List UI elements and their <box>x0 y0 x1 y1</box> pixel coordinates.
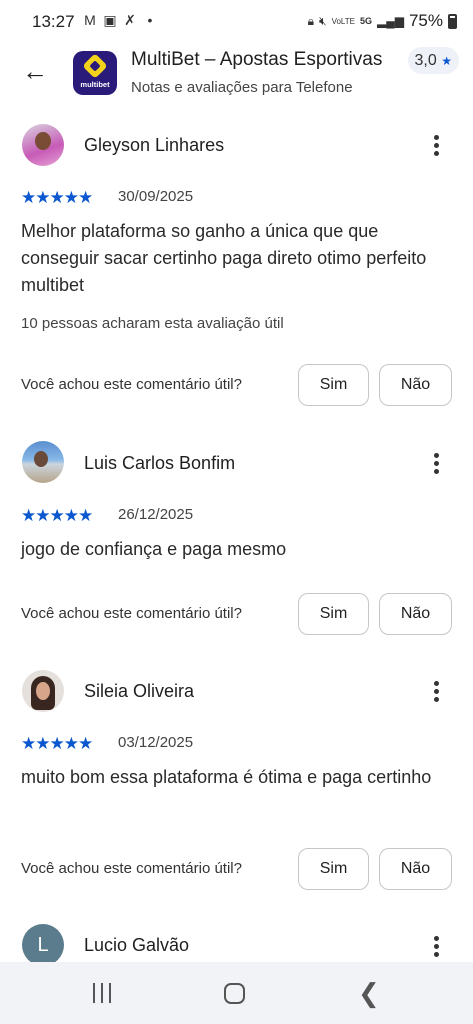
app-title: MultiBet – Apostas Esportivas <box>131 49 383 70</box>
avatar <box>22 670 64 712</box>
star-rating: ★★★★★ <box>21 506 93 525</box>
more-options-icon[interactable] <box>424 448 448 478</box>
gmail-icon: M <box>84 12 96 28</box>
helpful-yes-button[interactable]: Sim <box>298 364 369 406</box>
avatar: L <box>22 924 64 966</box>
notification-icons: M ▣ ✗ • <box>82 12 158 28</box>
star-rating: ★★★★★ <box>21 734 93 753</box>
back-icon[interactable]: ❮ <box>358 980 380 1006</box>
home-icon[interactable] <box>224 983 245 1004</box>
helpful-question: Você achou este comentário útil? <box>21 376 242 393</box>
more-options-icon[interactable] <box>424 931 448 961</box>
recents-icon[interactable] <box>91 983 113 1003</box>
avatar <box>22 441 64 483</box>
system-icons: 🔒︎ 🔇︎ VoLTE 5G ▂▄▆ 75% <box>308 11 457 31</box>
volte-icon: VoLTE <box>331 16 355 26</box>
app-icon-brand: multibet <box>80 80 110 89</box>
helpful-no-button[interactable]: Não <box>379 848 452 890</box>
multibet-logo-mark <box>82 53 108 79</box>
mute-icon: 🔇︎ <box>319 13 327 28</box>
review-text: jogo de confiança e paga mesmo <box>21 539 287 559</box>
5g-icon: 5G <box>359 16 372 26</box>
helpful-question: Você achou este comentário útil? <box>21 605 242 622</box>
page-subtitle: Notas e avaliações para Telefone <box>131 79 353 96</box>
review-date: 30/09/2025 <box>118 188 194 205</box>
app-icon: multibet <box>73 51 117 95</box>
signal-icon: ▂▄▆ <box>377 14 404 28</box>
gallery-icon: ▣ <box>103 12 117 28</box>
review-text: Melhor plataforma so ganho a única que q… <box>21 221 427 295</box>
dot-icon: • <box>147 12 153 28</box>
review-date: 03/12/2025 <box>118 734 194 751</box>
star-icon: ★ <box>441 54 452 68</box>
helpful-yes-button[interactable]: Sim <box>298 848 369 890</box>
helpful-no-button[interactable]: Não <box>379 593 452 635</box>
system-nav-bar: ❮ <box>0 962 473 1024</box>
battery-icon <box>448 13 457 29</box>
review-text: muito bom essa plataforma é ótima e paga… <box>21 767 432 787</box>
reviewer-name: Luis Carlos Bonfim <box>84 453 236 473</box>
missed-call-icon: ✗ <box>124 12 136 28</box>
more-options-icon[interactable] <box>424 130 448 160</box>
rating-badge: 3,0 ★ <box>407 47 459 74</box>
status-time: 13:27 <box>32 12 75 31</box>
reviewer-name: Sileia Oliveira <box>84 681 195 701</box>
rating-value: 3,0 <box>414 52 437 69</box>
app-header: ← multibet MultiBet – Apostas Esportivas… <box>0 44 473 108</box>
reviewer-name: Gleyson Linhares <box>84 135 225 155</box>
avatar <box>22 124 64 166</box>
helpful-question: Você achou este comentário útil? <box>21 860 242 877</box>
helpful-count: 10 pessoas acharam esta avaliação útil <box>21 315 284 332</box>
reviewer-name: Lucio Galvão <box>84 935 190 955</box>
status-bar: 13:27 M ▣ ✗ • 🔒︎ 🔇︎ VoLTE 5G ▂▄▆ 75% <box>0 0 473 44</box>
more-options-icon[interactable] <box>424 676 448 706</box>
battery-percent: 75% <box>408 11 443 30</box>
review-date: 26/12/2025 <box>118 506 194 523</box>
lock-icon: 🔒︎ <box>307 13 314 28</box>
star-rating: ★★★★★ <box>21 188 93 207</box>
helpful-yes-button[interactable]: Sim <box>298 593 369 635</box>
helpful-no-button[interactable]: Não <box>379 364 452 406</box>
arrow-back-icon[interactable]: ← <box>22 56 54 88</box>
